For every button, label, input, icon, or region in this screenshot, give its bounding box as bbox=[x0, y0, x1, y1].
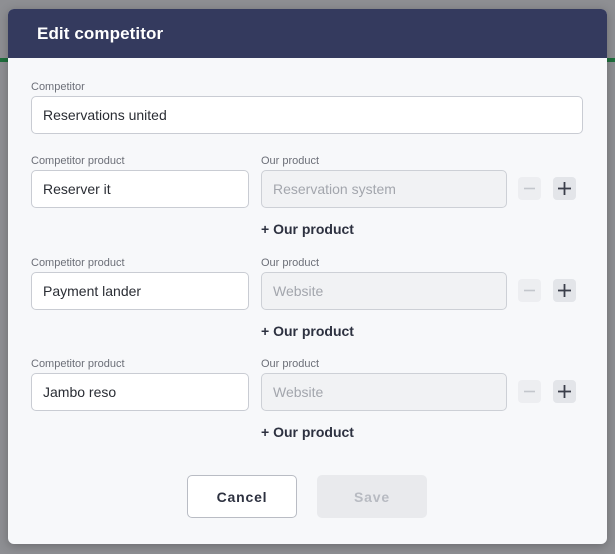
modal-header: Edit competitor bbox=[8, 9, 607, 58]
add-row-button[interactable] bbox=[553, 279, 576, 302]
remove-row-button[interactable] bbox=[518, 177, 541, 200]
minus-icon bbox=[524, 390, 535, 393]
save-button[interactable]: Save bbox=[317, 475, 427, 518]
competitor-product-value: Payment lander bbox=[43, 283, 142, 299]
our-product-placeholder: Reservation system bbox=[273, 181, 396, 197]
our-product-placeholder: Website bbox=[273, 283, 324, 299]
our-product-placeholder: Website bbox=[273, 384, 324, 400]
our-product-select[interactable]: Website bbox=[261, 373, 507, 411]
add-row-button[interactable] bbox=[553, 380, 576, 403]
competitor-product-value: Jambo reso bbox=[43, 384, 117, 400]
competitor-input[interactable]: Reservations united bbox=[31, 96, 583, 134]
cancel-button[interactable]: Cancel bbox=[187, 475, 297, 518]
competitor-product-label: Competitor product bbox=[31, 358, 125, 370]
modal-title: Edit competitor bbox=[37, 23, 164, 43]
our-product-label: Our product bbox=[261, 358, 320, 370]
competitor-product-label: Competitor product bbox=[31, 155, 125, 167]
our-product-select[interactable]: Reservation system bbox=[261, 170, 507, 208]
our-product-label: Our product bbox=[261, 155, 320, 167]
add-our-product-link[interactable]: + Our product bbox=[261, 221, 354, 237]
our-product-label: Our product bbox=[261, 257, 320, 269]
competitor-input-value: Reservations united bbox=[43, 107, 167, 123]
edit-competitor-modal: Edit competitor Competitor Reservations … bbox=[8, 9, 607, 544]
remove-row-button[interactable] bbox=[518, 279, 541, 302]
add-row-button[interactable] bbox=[553, 177, 576, 200]
plus-icon bbox=[558, 284, 571, 297]
competitor-product-input[interactable]: Payment lander bbox=[31, 272, 249, 310]
competitor-label: Competitor bbox=[31, 81, 85, 93]
minus-icon bbox=[524, 187, 535, 190]
our-product-select[interactable]: Website bbox=[261, 272, 507, 310]
remove-row-button[interactable] bbox=[518, 380, 541, 403]
add-our-product-link[interactable]: + Our product bbox=[261, 323, 354, 339]
competitor-product-value: Reserver it bbox=[43, 181, 111, 197]
add-our-product-link[interactable]: + Our product bbox=[261, 424, 354, 440]
minus-icon bbox=[524, 289, 535, 292]
plus-icon bbox=[558, 385, 571, 398]
competitor-product-input[interactable]: Jambo reso bbox=[31, 373, 249, 411]
competitor-product-label: Competitor product bbox=[31, 257, 125, 269]
competitor-product-input[interactable]: Reserver it bbox=[31, 170, 249, 208]
plus-icon bbox=[558, 182, 571, 195]
